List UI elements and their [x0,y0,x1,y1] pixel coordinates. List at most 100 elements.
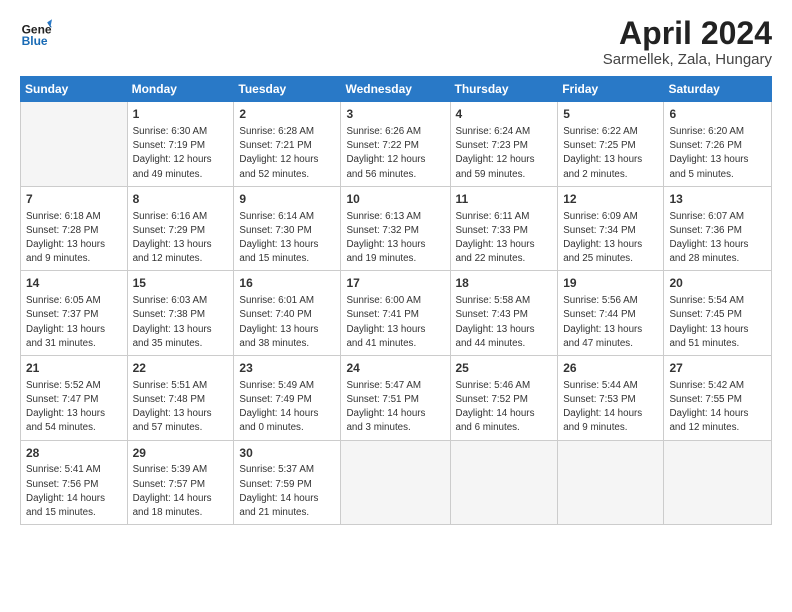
day-info: Sunrise: 6:09 AMSunset: 7:34 PMDaylight:… [563,210,658,267]
table-row: 16 Sunrise: 6:01 AMSunset: 7:40 PMDayligh… [234,271,341,356]
col-sunday: Sunday [21,77,128,102]
col-saturday: Saturday [664,77,772,102]
calendar-week-5: 28Sunrise: 5:41 AMSunset: 7:56 PMDayligh… [21,440,772,525]
table-row: 3Sunrise: 6:26 AMSunset: 7:22 PMDaylight… [341,102,450,187]
table-row: 25 Sunrise: 5:46 AMSunset: 7:52 PMDayligh… [450,356,558,441]
day-info: Sunrise: 6:28 AMSunset: 7:21 PMDaylight:… [239,125,335,182]
day-number: 27 [669,360,766,377]
day-number: 16 [239,275,335,292]
calendar-week-2: 7 Sunrise: 6:18 AMSunset: 7:28 PMDaylight… [21,186,772,271]
calendar-week-1: 1 Sunrise: 6:30 AMSunset: 7:19 PMDaylight… [21,102,772,187]
day-number: 2 [239,106,335,123]
day-number: 26 [563,360,658,377]
day-number: 3 [346,106,444,123]
day-number: 20 [669,275,766,292]
day-number: 17 [346,275,444,292]
calendar-title: April 2024 [603,16,772,51]
logo: General Blue [20,16,52,48]
day-info: Sunrise: 6:07 AMSunset: 7:36 PMDaylight:… [669,210,766,267]
day-info: Sunrise: 6:00 AMSunset: 7:41 PMDaylight:… [346,294,444,351]
day-info: Sunrise: 6:16 AMSunset: 7:29 PMDaylight:… [133,210,229,267]
table-row: 21Sunrise: 5:52 AMSunset: 7:47 PMDayligh… [21,356,128,441]
table-row: 6Sunrise: 6:20 AMSunset: 7:26 PMDaylight… [664,102,772,187]
table-row [21,102,128,187]
table-row: 23Sunrise: 5:49 AMSunset: 7:49 PMDayligh… [234,356,341,441]
logo-icon: General Blue [20,16,52,48]
table-row: 29Sunrise: 5:39 AMSunset: 7:57 PMDayligh… [127,440,234,525]
day-info: Sunrise: 6:05 AMSunset: 7:37 PMDaylight:… [26,294,122,351]
table-row: 8 Sunrise: 6:16 AMSunset: 7:29 PMDaylight… [127,186,234,271]
table-row: 4 Sunrise: 6:24 AMSunset: 7:23 PMDaylight… [450,102,558,187]
day-info: Sunrise: 6:01 AMSunset: 7:40 PMDaylight:… [239,294,335,351]
calendar-subtitle: Sarmellek, Zala, Hungary [603,51,772,68]
day-number: 19 [563,275,658,292]
svg-text:Blue: Blue [22,34,48,48]
day-number: 13 [669,191,766,208]
table-row: 5 Sunrise: 6:22 AMSunset: 7:25 PMDaylight… [558,102,664,187]
day-number: 6 [669,106,766,123]
table-row [450,440,558,525]
day-info: Sunrise: 6:22 AMSunset: 7:25 PMDaylight:… [563,125,658,182]
day-info: Sunrise: 5:54 AMSunset: 7:45 PMDaylight:… [669,294,766,351]
day-info: Sunrise: 6:18 AMSunset: 7:28 PMDaylight:… [26,210,122,267]
calendar-week-3: 14 Sunrise: 6:05 AMSunset: 7:37 PMDayligh… [21,271,772,356]
col-monday: Monday [127,77,234,102]
day-number: 18 [456,275,553,292]
day-info: Sunrise: 5:42 AMSunset: 7:55 PMDaylight:… [669,379,766,436]
day-number: 8 [133,191,229,208]
table-row: 30Sunrise: 5:37 AMSunset: 7:59 PMDayligh… [234,440,341,525]
table-row: 24 Sunrise: 5:47 AMSunset: 7:51 PMDayligh… [341,356,450,441]
day-number: 28 [26,445,122,462]
table-row: 27 Sunrise: 5:42 AMSunset: 7:55 PMDayligh… [664,356,772,441]
day-info: Sunrise: 6:14 AMSunset: 7:30 PMDaylight:… [239,210,335,267]
day-number: 21 [26,360,122,377]
day-number: 5 [563,106,658,123]
day-number: 10 [346,191,444,208]
day-info: Sunrise: 5:47 AMSunset: 7:51 PMDaylight:… [346,379,444,436]
table-row [341,440,450,525]
day-info: Sunrise: 5:37 AMSunset: 7:59 PMDaylight:… [239,463,335,520]
table-row [664,440,772,525]
table-row: 17 Sunrise: 6:00 AMSunset: 7:41 PMDayligh… [341,271,450,356]
table-row: 15 Sunrise: 6:03 AMSunset: 7:38 PMDayligh… [127,271,234,356]
day-info: Sunrise: 6:30 AMSunset: 7:19 PMDaylight:… [133,125,229,182]
day-number: 25 [456,360,553,377]
day-info: Sunrise: 6:24 AMSunset: 7:23 PMDaylight:… [456,125,553,182]
calendar-table: Sunday Monday Tuesday Wednesday Thursday… [20,76,772,525]
day-number: 24 [346,360,444,377]
day-info: Sunrise: 5:58 AMSunset: 7:43 PMDaylight:… [456,294,553,351]
calendar-week-4: 21Sunrise: 5:52 AMSunset: 7:47 PMDayligh… [21,356,772,441]
table-row: 20 Sunrise: 5:54 AMSunset: 7:45 PMDayligh… [664,271,772,356]
day-number: 12 [563,191,658,208]
day-number: 29 [133,445,229,462]
table-row: 14 Sunrise: 6:05 AMSunset: 7:37 PMDayligh… [21,271,128,356]
table-row: 22 Sunrise: 5:51 AMSunset: 7:48 PMDayligh… [127,356,234,441]
table-row: 9 Sunrise: 6:14 AMSunset: 7:30 PMDaylight… [234,186,341,271]
col-friday: Friday [558,77,664,102]
day-number: 4 [456,106,553,123]
day-number: 7 [26,191,122,208]
table-row: 1 Sunrise: 6:30 AMSunset: 7:19 PMDaylight… [127,102,234,187]
day-info: Sunrise: 5:46 AMSunset: 7:52 PMDaylight:… [456,379,553,436]
table-row: 10Sunrise: 6:13 AMSunset: 7:32 PMDayligh… [341,186,450,271]
day-number: 22 [133,360,229,377]
day-number: 9 [239,191,335,208]
table-row: 12 Sunrise: 6:09 AMSunset: 7:34 PMDayligh… [558,186,664,271]
day-info: Sunrise: 5:56 AMSunset: 7:44 PMDaylight:… [563,294,658,351]
day-number: 14 [26,275,122,292]
day-info: Sunrise: 5:51 AMSunset: 7:48 PMDaylight:… [133,379,229,436]
calendar-header-row: Sunday Monday Tuesday Wednesday Thursday… [21,77,772,102]
day-info: Sunrise: 6:03 AMSunset: 7:38 PMDaylight:… [133,294,229,351]
col-tuesday: Tuesday [234,77,341,102]
table-row [558,440,664,525]
col-thursday: Thursday [450,77,558,102]
table-row: 11Sunrise: 6:11 AMSunset: 7:33 PMDayligh… [450,186,558,271]
table-row: 28Sunrise: 5:41 AMSunset: 7:56 PMDayligh… [21,440,128,525]
title-block: April 2024 Sarmellek, Zala, Hungary [603,16,772,68]
day-info: Sunrise: 5:39 AMSunset: 7:57 PMDaylight:… [133,463,229,520]
day-info: Sunrise: 5:44 AMSunset: 7:53 PMDaylight:… [563,379,658,436]
day-info: Sunrise: 5:41 AMSunset: 7:56 PMDaylight:… [26,463,122,520]
day-number: 15 [133,275,229,292]
day-number: 1 [133,106,229,123]
page-header: General Blue April 2024 Sarmellek, Zala,… [20,16,772,68]
